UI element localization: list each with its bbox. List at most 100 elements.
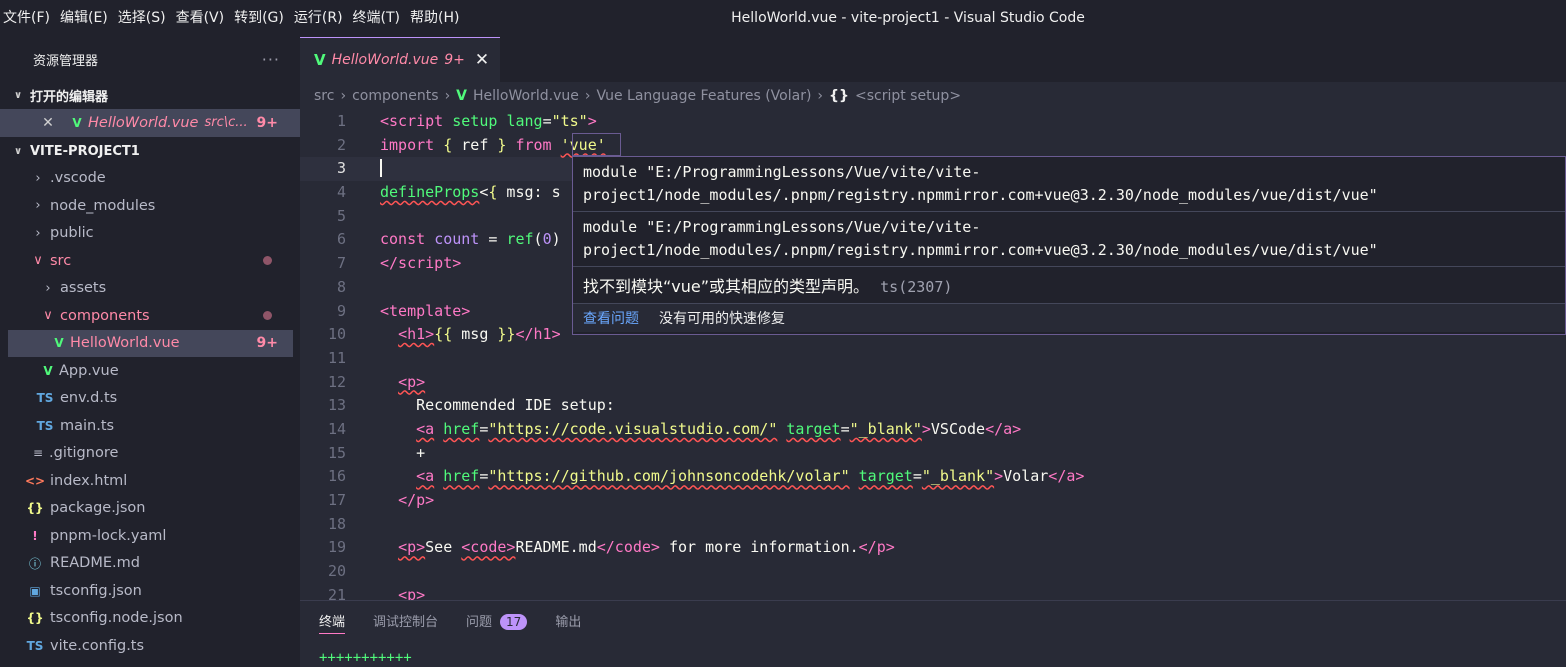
vue-file-icon: V	[43, 363, 53, 378]
menu-selection[interactable]: 选择(S)	[113, 0, 171, 37]
tree-item-label: package.json	[50, 500, 146, 517]
breadcrumb-components[interactable]: components	[352, 88, 439, 104]
explorer-sidebar: 资源管理器 ··· ∨ 打开的编辑器 ✕ V HelloWorld.vue sr…	[0, 37, 300, 667]
tree-item-readme[interactable]: ⓘ README.md	[0, 550, 300, 578]
tree-item-tsconfig-node[interactable]: {} tsconfig.node.json	[0, 605, 300, 633]
chevron-right-icon: ›	[35, 198, 41, 214]
open-editor-item[interactable]: ✕ V HelloWorld.vue src\c... 9+	[0, 109, 300, 137]
code-text: <script setup lang="ts">	[380, 112, 597, 130]
chevron-right-icon: ›	[584, 88, 591, 104]
hover-target-highlight	[572, 133, 621, 156]
typescript-file-icon: TS	[36, 391, 54, 406]
project-section[interactable]: ∨ VITE-PROJECT1	[0, 138, 300, 165]
menu-go[interactable]: 转到(G)	[229, 0, 289, 37]
tree-item-helloworld[interactable]: V HelloWorld.vue 9+	[8, 329, 293, 357]
chevron-right-icon: ›	[45, 280, 51, 296]
menu-bar: 文件(F) 编辑(E) 选择(S) 查看(V) 转到(G) 运行(R) 终端(T…	[0, 0, 464, 37]
breadcrumb-src[interactable]: src	[314, 88, 334, 104]
line-number: 3	[336, 159, 346, 178]
chevron-down-icon: ∨	[14, 145, 23, 157]
view-problem-link[interactable]: 查看问题	[583, 308, 639, 328]
tree-item-label: node_modules	[50, 197, 156, 214]
code-text: <template>	[380, 301, 471, 320]
breadcrumb-file[interactable]: HelloWorld.vue	[473, 88, 579, 104]
chevron-right-icon: ›	[35, 170, 41, 186]
tree-item-label: HelloWorld.vue	[70, 335, 180, 352]
tree-item-app-vue[interactable]: V App.vue	[0, 357, 300, 385]
menu-terminal[interactable]: 终端(T)	[348, 0, 405, 37]
code-text: <a href="https://github.com/johnsoncodeh…	[416, 467, 1085, 486]
code-text: <a href="https://code.visualstudio.com/"…	[416, 419, 1022, 438]
tree-item-vscode[interactable]: › .vscode	[0, 165, 300, 193]
typescript-file-icon: TS	[36, 418, 54, 433]
code-line: 11	[300, 347, 1566, 371]
breadcrumb-language[interactable]: Vue Language Features (Volar)	[596, 88, 811, 104]
hover-module-line: module "E:/ProgrammingLessons/Vue/vite/v…	[583, 218, 981, 236]
open-editors-label: 打开的编辑器	[30, 90, 109, 105]
tree-item-label: public	[50, 225, 94, 242]
tree-item-assets[interactable]: › assets	[0, 275, 300, 303]
hover-popup: module "E:/ProgrammingLessons/Vue/vite/v…	[572, 156, 1566, 335]
tree-item-public[interactable]: › public	[0, 220, 300, 248]
code-text: Recommended IDE setup:	[380, 396, 615, 415]
tab-debug-console[interactable]: 调试控制台	[373, 611, 438, 630]
open-editors-section[interactable]: ∨ 打开的编辑器	[0, 82, 300, 109]
modified-dot	[263, 311, 272, 321]
breadcrumb-symbol[interactable]: <script setup>	[855, 88, 961, 104]
code-text: const count = ref(0)	[380, 230, 561, 249]
menu-file[interactable]: 文件(F)	[0, 0, 55, 37]
tab-helloworld[interactable]: V HelloWorld.vue 9+ ✕	[300, 37, 500, 82]
code-line: 19 <p>See <code>README.md</code> for mor…	[300, 536, 1566, 560]
line-number: 20	[327, 562, 346, 581]
code-line: 15 +	[300, 442, 1566, 466]
menu-edit[interactable]: 编辑(E)	[55, 0, 113, 37]
tab-terminal[interactable]: 终端	[319, 611, 346, 634]
code-text: defineProps<{ msg: s	[380, 183, 561, 202]
tab-problems[interactable]: 问题 17	[466, 611, 528, 630]
chevron-down-icon: ∨	[33, 253, 43, 269]
chevron-down-icon: ∨	[43, 308, 53, 324]
tree-item-env-d-ts[interactable]: TS env.d.ts	[0, 385, 300, 413]
line-number: 11	[327, 348, 346, 367]
tab-problems-label: 问题	[466, 614, 493, 630]
code-line: 18	[300, 513, 1566, 537]
menu-run[interactable]: 运行(R)	[289, 0, 348, 37]
info-icon: ⓘ	[28, 556, 41, 571]
tree-item-src[interactable]: ∨ src	[0, 247, 300, 275]
line-number: 8	[336, 277, 346, 296]
no-quick-fix-text: 没有可用的快速修复	[659, 311, 785, 327]
project-label: VITE-PROJECT1	[30, 143, 140, 159]
tree-item-components[interactable]: ∨ components	[0, 302, 300, 330]
chevron-right-icon: ›	[817, 88, 824, 104]
tree-item-index-html[interactable]: <> index.html	[0, 467, 300, 495]
menu-view[interactable]: 查看(V)	[171, 0, 230, 37]
menu-help[interactable]: 帮助(H)	[405, 0, 464, 37]
tree-item-label: .vscode	[50, 170, 106, 187]
tree-item-label: assets	[60, 280, 107, 297]
code-text: </p>	[398, 491, 435, 509]
tab-output[interactable]: 输出	[555, 611, 581, 630]
tree-item-main-ts[interactable]: TS main.ts	[0, 412, 300, 440]
line-number: 15	[327, 443, 346, 462]
line-number: 7	[336, 254, 346, 273]
close-icon[interactable]: ✕	[40, 115, 56, 131]
tree-item-package-json[interactable]: {} package.json	[0, 495, 300, 523]
tree-item-pnpm-lock[interactable]: ! pnpm-lock.yaml	[0, 522, 300, 550]
code-text	[346, 157, 392, 181]
tab-label: HelloWorld.vue	[331, 52, 439, 68]
line-number: 6	[336, 230, 346, 249]
tree-item-label: src	[50, 252, 72, 269]
close-icon[interactable]: ✕	[475, 50, 489, 70]
more-actions-icon[interactable]: ···	[262, 50, 280, 69]
yaml-file-icon: !	[32, 528, 38, 543]
tree-item-tsconfig[interactable]: ▣ tsconfig.json	[0, 577, 300, 605]
chevron-right-icon: ›	[444, 88, 451, 104]
vue-file-icon: V	[314, 51, 326, 69]
tree-item-vite-config[interactable]: TS vite.config.ts	[0, 632, 300, 660]
chevron-down-icon: ∨	[14, 90, 23, 101]
hover-module-block: module "E:/ProgrammingLessons/Vue/vite/v…	[573, 212, 1565, 267]
tree-item-gitignore[interactable]: ≡ .gitignore	[0, 440, 300, 468]
tree-item-node-modules[interactable]: › node_modules	[0, 192, 300, 220]
